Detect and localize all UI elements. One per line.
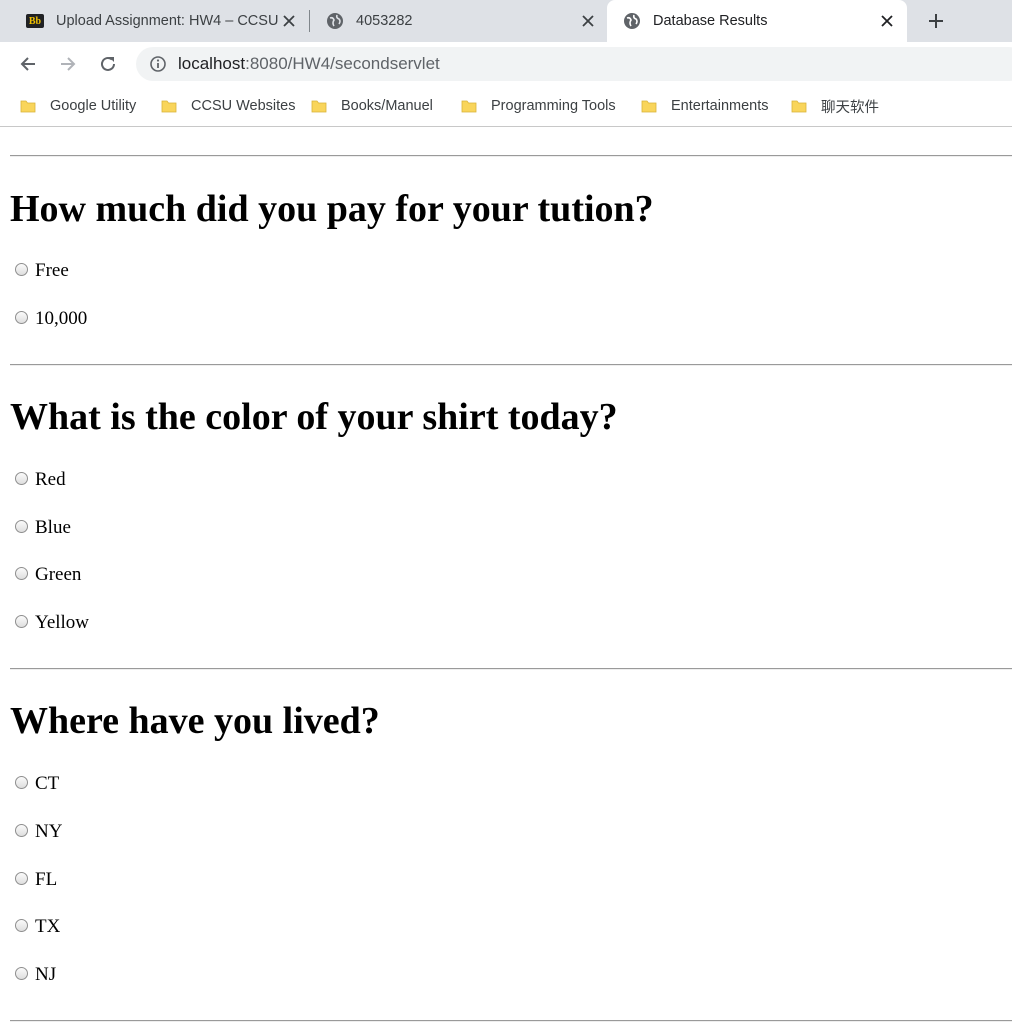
address-bar[interactable]: localhost:8080/HW4/secondservlet xyxy=(136,47,1012,81)
option-green[interactable]: Green xyxy=(15,563,81,587)
bookmark-label: Books/Manuel xyxy=(341,98,433,114)
divider xyxy=(10,668,1012,670)
folder-icon xyxy=(20,100,36,113)
tab-strip: Bb Upload Assignment: HW4 – CCSU 4053282… xyxy=(0,0,1012,42)
url-text: localhost:8080/HW4/secondservlet xyxy=(178,54,440,73)
radio-button[interactable] xyxy=(15,566,28,580)
radio-button[interactable] xyxy=(15,775,28,789)
bookmark-label: 聊天软件 xyxy=(821,99,879,116)
option-free[interactable]: Free xyxy=(15,259,69,283)
option-10000[interactable]: 10,000 xyxy=(15,307,87,331)
question-title: How much did you pay for your tution? xyxy=(10,188,654,230)
option-label: 10,000 xyxy=(35,308,88,329)
option-label: NJ xyxy=(35,964,57,985)
new-tab-button[interactable] xyxy=(924,9,948,33)
option-label: Free xyxy=(35,260,69,281)
tab-database-results[interactable]: Database Results xyxy=(607,0,907,42)
option-label: FL xyxy=(35,869,58,890)
bookmark-label: Google Utility xyxy=(50,98,137,114)
option-ny[interactable]: NY xyxy=(15,820,62,844)
bookmarks-bar: Google Utility CCSU Websites Books/Manue… xyxy=(0,86,1012,127)
option-ct[interactable]: CT xyxy=(15,772,59,796)
close-icon[interactable] xyxy=(281,13,297,29)
option-yellow[interactable]: Yellow xyxy=(15,611,89,635)
reload-icon xyxy=(101,56,115,71)
option-label: Blue xyxy=(35,517,71,538)
tab-title: 4053282 xyxy=(356,13,413,29)
radio-button[interactable] xyxy=(15,262,28,276)
forward-button[interactable] xyxy=(56,52,80,76)
option-label: Red xyxy=(35,469,66,490)
arrow-right-icon xyxy=(61,57,76,71)
bookmark-ccsu-websites[interactable]: CCSU Websites xyxy=(161,96,295,116)
option-label: Yellow xyxy=(35,612,90,633)
close-icon[interactable] xyxy=(879,13,895,29)
info-icon[interactable] xyxy=(148,54,168,74)
radio-button[interactable] xyxy=(15,871,28,885)
globe-icon xyxy=(326,12,344,30)
browser-toolbar: localhost:8080/HW4/secondservlet xyxy=(0,42,1012,86)
back-button[interactable] xyxy=(16,52,40,76)
radio-button[interactable] xyxy=(15,519,28,533)
reload-button[interactable] xyxy=(96,52,120,76)
option-nj[interactable]: NJ xyxy=(15,963,56,987)
option-label: NY xyxy=(35,821,63,842)
radio-button[interactable] xyxy=(15,614,28,628)
globe-icon xyxy=(623,12,641,30)
bookmark-label: CCSU Websites xyxy=(191,98,296,114)
bookmark-google-utility[interactable]: Google Utility xyxy=(20,96,136,116)
bookmark-label: Programming Tools xyxy=(491,98,616,114)
folder-icon xyxy=(311,100,327,113)
option-label: Green xyxy=(35,564,82,585)
tab-4053282[interactable]: 4053282 xyxy=(306,0,606,42)
option-label: TX xyxy=(35,916,61,937)
option-tx[interactable]: TX xyxy=(15,915,60,939)
bookmark-chat-software[interactable]: 聊天软件 xyxy=(791,96,879,116)
tab-title: Database Results xyxy=(653,13,768,29)
plus-icon xyxy=(929,14,943,28)
folder-icon xyxy=(791,100,807,113)
radio-button[interactable] xyxy=(15,966,28,980)
divider xyxy=(10,1020,1012,1022)
close-icon[interactable] xyxy=(580,13,596,29)
folder-icon xyxy=(641,100,657,113)
bookmark-label: Entertainments xyxy=(671,98,769,114)
blackboard-icon: Bb xyxy=(26,12,44,30)
tab-upload-assignment[interactable]: Bb Upload Assignment: HW4 – CCSU xyxy=(0,0,305,42)
arrow-left-icon xyxy=(20,57,35,71)
tab-title: Upload Assignment: HW4 – CCSU xyxy=(56,13,279,29)
folder-icon xyxy=(461,100,477,113)
bookmark-books-manuel[interactable]: Books/Manuel xyxy=(311,96,433,116)
question-title: What is the color of your shirt today? xyxy=(10,396,618,438)
radio-button[interactable] xyxy=(15,310,28,324)
radio-button[interactable] xyxy=(15,823,28,837)
divider xyxy=(10,155,1012,157)
radio-button[interactable] xyxy=(15,918,28,932)
folder-icon xyxy=(161,100,177,113)
radio-button[interactable] xyxy=(15,471,28,485)
option-fl[interactable]: FL xyxy=(15,868,57,892)
divider xyxy=(10,364,1012,366)
bookmark-programming-tools[interactable]: Programming Tools xyxy=(461,96,616,116)
option-blue[interactable]: Blue xyxy=(15,516,71,540)
question-title: Where have you lived? xyxy=(10,700,380,742)
option-red[interactable]: Red xyxy=(15,468,66,492)
option-label: CT xyxy=(35,773,60,794)
bookmark-entertainments[interactable]: Entertainments xyxy=(641,96,769,116)
